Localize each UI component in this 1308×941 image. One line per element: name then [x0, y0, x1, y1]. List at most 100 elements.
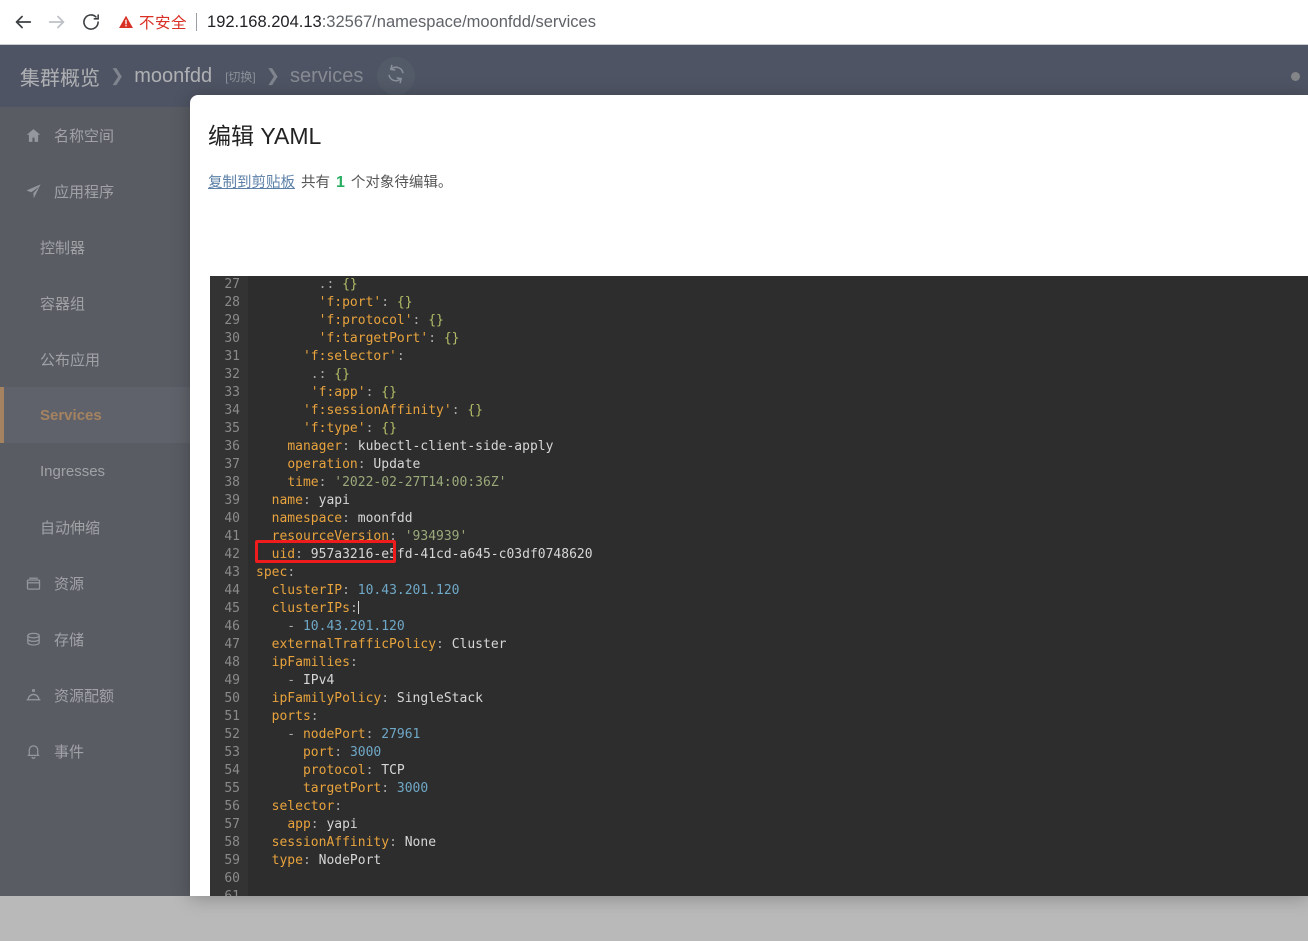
code-line[interactable]: 38 time: '2022-02-27T14:00:36Z': [210, 474, 1308, 492]
line-number: 55: [224, 781, 240, 796]
sidebar-item-storage[interactable]: 存储: [0, 611, 190, 667]
sidebar-item-label: 资源: [54, 575, 85, 593]
line-number: 61: [210, 888, 248, 896]
avatar[interactable]: [1291, 72, 1300, 81]
breadcrumb-item-services[interactable]: services: [290, 65, 363, 88]
code-line[interactable]: 57 app: yapi: [210, 816, 1308, 834]
sidebar-item-services[interactable]: Services: [0, 387, 190, 443]
code-line[interactable]: 50 ipFamilyPolicy: SingleStack: [210, 690, 1308, 708]
code-lines[interactable]: 27 .: {} 28 'f:port': {} 29 'f:protocol': …: [210, 276, 1308, 896]
code-line[interactable]: 45 clusterIPs:: [210, 600, 1308, 618]
sidebar-item-label: 名称空间: [54, 127, 115, 145]
line-number: 33: [224, 385, 240, 400]
address-bar[interactable]: 不安全 192.168.204.13:32567/namespace/moonf…: [118, 7, 1296, 37]
code-line[interactable]: 37 operation: Update: [210, 456, 1308, 474]
code-line[interactable]: 32 .: {}: [210, 366, 1308, 384]
line-number: 32: [224, 367, 240, 382]
code-line[interactable]: 34 'f:sessionAffinity': {}: [210, 402, 1308, 420]
yaml-editor[interactable]: 27 .: {} 28 'f:port': {} 29 'f:protocol': …: [210, 276, 1308, 896]
line-number: 39: [224, 493, 240, 508]
line-number: 36: [224, 439, 240, 454]
line-content: 'f:selector':: [302, 349, 405, 364]
line-content: 'f:port': {}: [318, 295, 413, 310]
line-number: 48: [224, 655, 240, 670]
line-number: 46: [224, 619, 240, 634]
warning-triangle-icon: [118, 14, 134, 30]
code-line[interactable]: 51 ports:: [210, 708, 1308, 726]
code-line[interactable]: 43 spec:: [210, 564, 1308, 582]
code-line[interactable]: 33 'f:app': {}: [210, 384, 1308, 402]
forward-button[interactable]: [40, 5, 74, 39]
code-line[interactable]: 27 .: {}: [210, 276, 1308, 294]
security-label: 不安全: [139, 15, 188, 32]
code-line[interactable]: 54 protocol: TCP: [210, 762, 1308, 780]
code-line[interactable]: 61: [210, 888, 1308, 896]
code-line[interactable]: 39 name: yapi: [210, 492, 1308, 510]
code-line[interactable]: 40 namespace: moonfdd: [210, 510, 1308, 528]
line-number: 42: [224, 547, 240, 562]
back-button[interactable]: [6, 5, 40, 39]
code-line[interactable]: 42 uid: 957a3216-e5fd-41cd-a645-c03df074…: [210, 546, 1308, 564]
arrow-right-icon: [46, 11, 68, 33]
code-line[interactable]: 30 'f:targetPort': {}: [210, 330, 1308, 348]
sidebar-item-label: Ingresses: [40, 462, 106, 480]
line-number: 59: [224, 853, 240, 868]
line-content: .: {}: [256, 367, 350, 382]
code-line[interactable]: 29 'f:protocol': {}: [210, 312, 1308, 330]
browser-toolbar: 不安全 192.168.204.13:32567/namespace/moonf…: [0, 0, 1308, 45]
sidebar-item-controllers[interactable]: 控制器: [0, 219, 190, 275]
bell-icon: [24, 742, 42, 760]
reload-button[interactable]: [74, 5, 108, 39]
code-line[interactable]: 41 resourceVersion: '934939': [210, 528, 1308, 546]
line-number: 38: [224, 475, 240, 490]
sidebar-item-namespaces[interactable]: 名称空间: [0, 107, 190, 163]
code-line[interactable]: 48 ipFamilies:: [210, 654, 1308, 672]
breadcrumb-item-cluster[interactable]: 集群概览: [20, 62, 100, 91]
line-content: sessionAffinity: None: [271, 835, 437, 850]
line-number: 35: [224, 421, 240, 436]
sidebar-item-resources[interactable]: 资源: [0, 555, 190, 611]
sidebar-item-events[interactable]: 事件: [0, 723, 190, 779]
line-content: 'f:app': {}: [310, 385, 397, 400]
sidebar-item-publish-app[interactable]: 公布应用: [0, 331, 190, 387]
object-count: 1: [336, 174, 345, 191]
code-line[interactable]: 46 - 10.43.201.120: [210, 618, 1308, 636]
line-number: 28: [224, 295, 240, 310]
sidebar-item-label: 资源配额: [54, 687, 115, 705]
line-number: 58: [224, 835, 240, 850]
security-indicator[interactable]: 不安全: [118, 11, 187, 33]
line-number: 54: [224, 763, 240, 778]
code-line[interactable]: 47 externalTrafficPolicy: Cluster: [210, 636, 1308, 654]
code-line[interactable]: 31 'f:selector':: [210, 348, 1308, 366]
code-line[interactable]: 56 selector:: [210, 798, 1308, 816]
sidebar-item-pods[interactable]: 容器组: [0, 275, 190, 331]
copy-to-clipboard-link[interactable]: 复制到剪贴板: [208, 171, 295, 192]
code-line[interactable]: 36 manager: kubectl-client-side-apply: [210, 438, 1308, 456]
breadcrumb-separator-icon: ❯: [110, 66, 125, 85]
code-line[interactable]: 35 'f:type': {}: [210, 420, 1308, 438]
sidebar-item-ingresses[interactable]: Ingresses: [0, 443, 190, 499]
sidebar-item-label: Services: [40, 406, 102, 424]
bell-dome-icon: [24, 686, 42, 704]
code-line[interactable]: 59 type: NodePort: [210, 852, 1308, 870]
code-line[interactable]: 44 clusterIP: 10.43.201.120: [210, 582, 1308, 600]
code-line[interactable]: 49 - IPv4: [210, 672, 1308, 690]
line-content: 'f:protocol': {}: [318, 313, 444, 328]
breadcrumb-item-namespace[interactable]: moonfdd: [134, 65, 212, 88]
code-line[interactable]: 52 - nodePort: 27961: [210, 726, 1308, 744]
breadcrumb-switch-link[interactable]: [切换]: [225, 68, 256, 85]
code-line[interactable]: 60: [210, 870, 1308, 888]
code-line[interactable]: 28 'f:port': {}: [210, 294, 1308, 312]
sidebar-item-label: 自动伸缩: [40, 519, 101, 537]
line-content: namespace: moonfdd: [271, 511, 413, 526]
line-number: 43: [224, 565, 240, 580]
sidebar-item-resource-quota[interactable]: 资源配额: [0, 667, 190, 723]
code-line[interactable]: 55 targetPort: 3000: [210, 780, 1308, 798]
sidebar-item-applications[interactable]: 应用程序: [0, 163, 190, 219]
code-line[interactable]: 53 port: 3000: [210, 744, 1308, 762]
sidebar-item-label: 存储: [54, 631, 85, 649]
refresh-button[interactable]: [377, 57, 416, 95]
sidebar-item-autoscaling[interactable]: 自动伸缩: [0, 499, 190, 555]
code-line[interactable]: 58 sessionAffinity: None: [210, 834, 1308, 852]
sidebar-item-label: 容器组: [40, 295, 86, 313]
